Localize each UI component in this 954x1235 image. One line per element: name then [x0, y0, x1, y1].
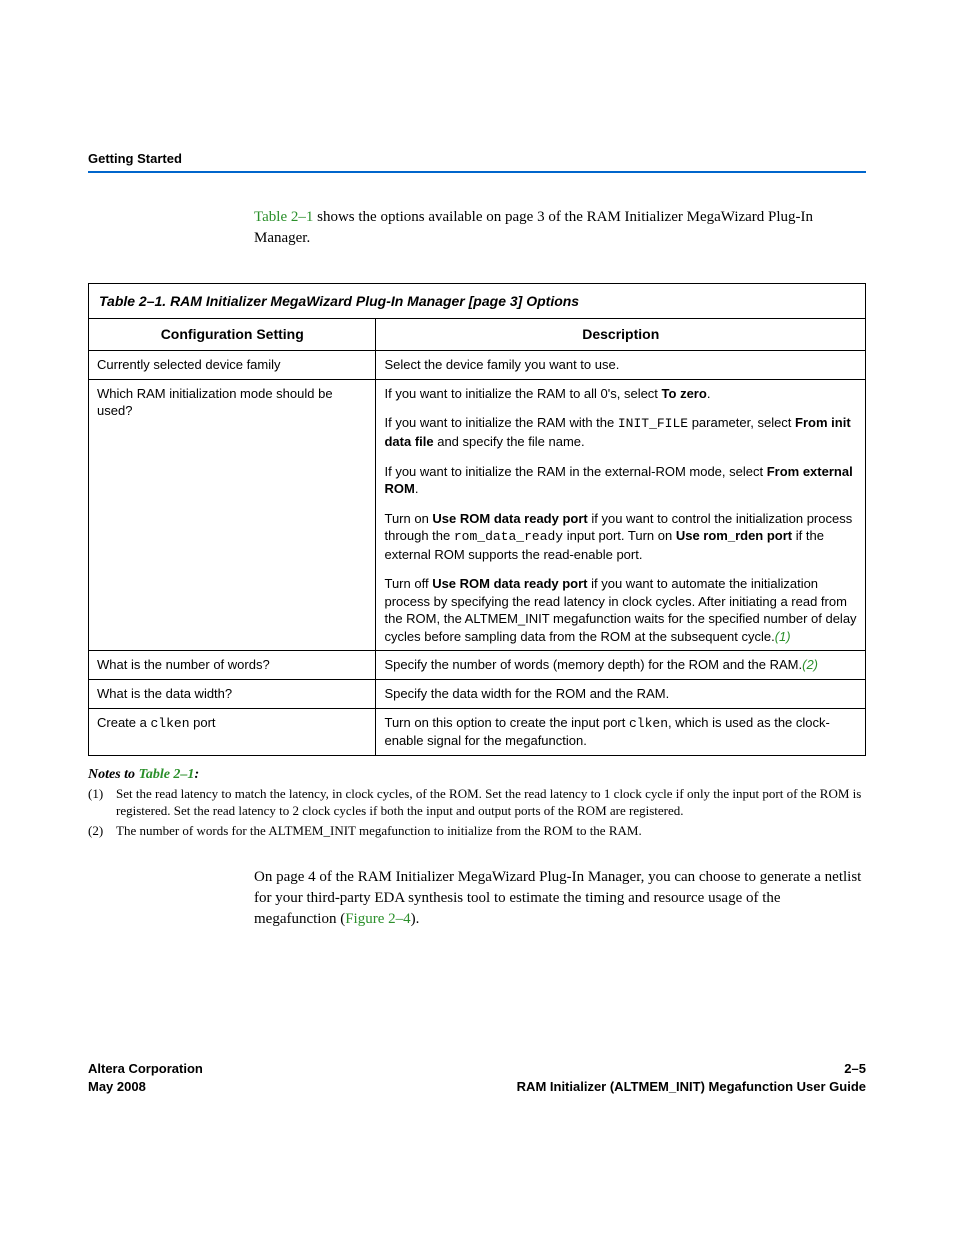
cell-setting: Which RAM initialization mode should be …	[89, 379, 376, 651]
note-item: (2) The number of words for the ALTMEM_I…	[88, 822, 866, 840]
col-header-description: Description	[376, 319, 866, 351]
text: and specify the file name.	[434, 434, 585, 449]
table-row: Which RAM initialization mode should be …	[89, 379, 866, 651]
note-ref[interactable]: (2)	[802, 657, 818, 672]
notes-list: (1) Set the read latency to match the la…	[88, 785, 866, 840]
footer-company: Altera Corporation	[88, 1060, 203, 1078]
text: Create a	[97, 715, 150, 730]
cell-setting: What is the number of words?	[89, 651, 376, 680]
section-header: Getting Started	[88, 150, 866, 173]
cell-setting: Create a clken port	[89, 708, 376, 755]
code: INIT_FILE	[618, 416, 688, 431]
cell-setting: Currently selected device family	[89, 351, 376, 380]
text: Turn off	[384, 576, 432, 591]
code: clken	[629, 716, 668, 731]
intro-text: shows the options available on page 3 of…	[254, 209, 813, 246]
body-paragraph: On page 4 of the RAM Initializer MegaWiz…	[254, 867, 866, 930]
text: input port. Turn on	[563, 528, 676, 543]
cell-desc: Specify the number of words (memory dept…	[376, 651, 866, 680]
page-footer: Altera Corporation May 2008 2–5 RAM Init…	[88, 1060, 866, 1095]
table-row: Currently selected device family Select …	[89, 351, 866, 380]
figure-link[interactable]: Figure 2–4	[345, 911, 410, 927]
cell-desc: Select the device family you want to use…	[376, 351, 866, 380]
text: Specify the number of words (memory dept…	[384, 657, 802, 672]
table-row: What is the data width? Specify the data…	[89, 679, 866, 708]
text: parameter, select	[688, 415, 795, 430]
intro-paragraph: Table 2–1 shows the options available on…	[254, 207, 866, 249]
note-ref[interactable]: (1)	[775, 629, 791, 644]
text: .	[415, 481, 419, 496]
note-number: (2)	[88, 822, 116, 840]
code: rom_data_ready	[454, 529, 563, 544]
text: Turn on	[384, 511, 432, 526]
cell-desc: If you want to initialize the RAM to all…	[376, 379, 866, 651]
note-number: (1)	[88, 785, 116, 820]
cell-desc: Specify the data width for the ROM and t…	[376, 679, 866, 708]
text: Notes to	[88, 767, 139, 782]
col-header-setting: Configuration Setting	[89, 319, 376, 351]
note-text: Set the read latency to match the latenc…	[116, 785, 866, 820]
cell-setting: What is the data width?	[89, 679, 376, 708]
footer-date: May 2008	[88, 1078, 203, 1096]
text: If you want to initialize the RAM to all…	[384, 386, 661, 401]
table-row: Create a clken port Turn on this option …	[89, 708, 866, 755]
bold: Use rom_rden port	[676, 528, 792, 543]
text: ).	[411, 911, 420, 927]
notes-heading: Notes to Table 2–1:	[88, 766, 866, 785]
options-table: Table 2–1. RAM Initializer MegaWizard Pl…	[88, 283, 866, 756]
note-item: (1) Set the read latency to match the la…	[88, 785, 866, 820]
bold: Use ROM data ready port	[432, 511, 587, 526]
table-title: Table 2–1. RAM Initializer MegaWizard Pl…	[89, 283, 866, 319]
bold: Use ROM data ready port	[432, 576, 587, 591]
text: If you want to initialize the RAM with t…	[384, 415, 617, 430]
table-link[interactable]: Table 2–1	[254, 209, 313, 225]
table-row: What is the number of words? Specify the…	[89, 651, 866, 680]
text: :	[194, 767, 199, 782]
table-link[interactable]: Table 2–1	[139, 767, 195, 782]
note-text: The number of words for the ALTMEM_INIT …	[116, 822, 866, 840]
footer-page: 2–5	[517, 1060, 866, 1078]
text: .	[707, 386, 711, 401]
text: Turn on this option to create the input …	[384, 715, 629, 730]
footer-doc-title: RAM Initializer (ALTMEM_INIT) Megafuncti…	[517, 1078, 866, 1096]
text: If you want to initialize the RAM in the…	[384, 464, 766, 479]
cell-desc: Turn on this option to create the input …	[376, 708, 866, 755]
text: port	[190, 715, 216, 730]
bold: To zero	[662, 386, 707, 401]
code: clken	[150, 716, 189, 731]
